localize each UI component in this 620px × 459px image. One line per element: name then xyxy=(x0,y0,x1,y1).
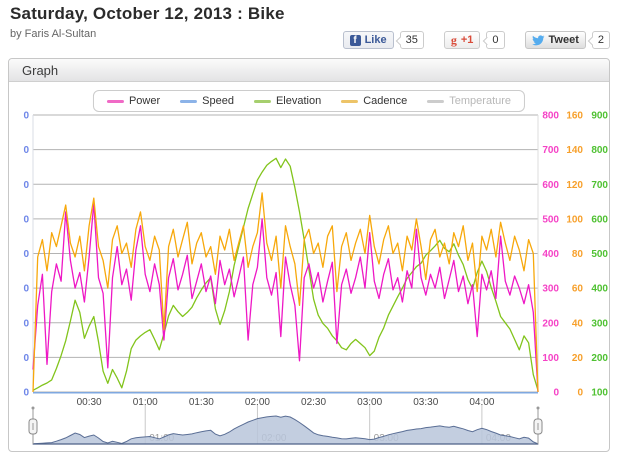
facebook-like-label: Like xyxy=(365,34,387,46)
svg-text:80: 80 xyxy=(572,249,584,260)
svg-text:300: 300 xyxy=(591,318,608,329)
svg-text:0: 0 xyxy=(23,388,29,399)
svg-text:0: 0 xyxy=(23,214,29,225)
workout-page: Saturday, October 12, 2013 : Bike by Far… xyxy=(0,0,620,459)
svg-text:03:30: 03:30 xyxy=(413,397,438,408)
svg-text:800: 800 xyxy=(542,111,559,122)
svg-text:600: 600 xyxy=(591,214,608,225)
facebook-like-count: 35 xyxy=(400,31,424,49)
facebook-like-group: f Like 35 xyxy=(343,31,424,49)
svg-text:0: 0 xyxy=(23,284,29,295)
legend-item-cadence[interactable]: Cadence xyxy=(341,95,407,107)
legend-item-speed[interactable]: Speed xyxy=(180,95,234,107)
tweet-group: Tweet 2 xyxy=(525,31,610,49)
tweet-label: Tweet xyxy=(549,34,579,46)
svg-text:0: 0 xyxy=(23,145,29,156)
svg-text:120: 120 xyxy=(566,180,583,191)
svg-text:300: 300 xyxy=(542,284,559,295)
navigator-elevation-profile[interactable] xyxy=(33,416,538,444)
facebook-like-button[interactable]: f Like xyxy=(343,31,394,49)
svg-text:160: 160 xyxy=(566,111,583,122)
tweet-button[interactable]: Tweet xyxy=(525,31,586,49)
workout-chart[interactable]: 0800160900070014080006001207000500100600… xyxy=(9,82,611,451)
legend-item-elevation[interactable]: Elevation xyxy=(254,95,321,107)
svg-text:600: 600 xyxy=(542,180,559,191)
svg-text:900: 900 xyxy=(591,111,608,122)
svg-text:0: 0 xyxy=(23,318,29,329)
page-title: Saturday, October 12, 2013 : Bike xyxy=(10,4,285,24)
author-byline: by Faris Al-Sultan xyxy=(10,28,96,40)
svg-text:0: 0 xyxy=(23,111,29,122)
svg-text:400: 400 xyxy=(542,249,559,260)
svg-text:800: 800 xyxy=(591,145,608,156)
legend-label: Elevation xyxy=(276,95,321,107)
legend-swatch-elevation xyxy=(254,100,271,103)
svg-text:700: 700 xyxy=(542,145,559,156)
social-buttons: f Like 35 g +1 0 Tweet 2 xyxy=(343,31,610,49)
svg-text:140: 140 xyxy=(566,145,583,156)
legend-item-temperature[interactable]: Temperature xyxy=(427,95,511,107)
graph-panel-header: Graph xyxy=(9,59,609,82)
svg-text:100: 100 xyxy=(566,214,583,225)
svg-text:60: 60 xyxy=(572,284,584,295)
svg-text:01:30: 01:30 xyxy=(189,397,214,408)
legend-swatch-cadence xyxy=(341,100,358,103)
svg-text:200: 200 xyxy=(591,353,608,364)
svg-text:700: 700 xyxy=(591,180,608,191)
graph-panel: Graph Power Speed Elevation Cadence Temperat… xyxy=(8,58,610,452)
chart-legend: Power Speed Elevation Cadence Temperature xyxy=(93,90,525,112)
svg-text:500: 500 xyxy=(542,214,559,225)
navigator-handle-left[interactable] xyxy=(29,407,37,445)
legend-swatch-temperature xyxy=(427,100,444,103)
svg-text:500: 500 xyxy=(591,249,608,260)
legend-item-power[interactable]: Power xyxy=(107,95,160,107)
svg-text:0: 0 xyxy=(577,388,583,399)
legend-label: Power xyxy=(129,95,160,107)
legend-label: Speed xyxy=(202,95,234,107)
svg-text:40: 40 xyxy=(572,318,584,329)
plusone-button[interactable]: g +1 xyxy=(444,31,481,49)
legend-label: Temperature xyxy=(449,95,511,107)
plusone-group: g +1 0 xyxy=(444,31,505,49)
navigator-handle-right[interactable] xyxy=(534,407,542,445)
twitter-bird-icon xyxy=(532,35,545,46)
googleplus-icon: g xyxy=(451,33,457,48)
svg-text:0: 0 xyxy=(23,249,29,260)
svg-text:200: 200 xyxy=(542,318,559,329)
graph-panel-body: PowerSpeedElevationCadenceTemperature 08… xyxy=(9,82,609,451)
plusone-count: 0 xyxy=(486,31,504,49)
svg-text:20: 20 xyxy=(572,353,584,364)
plusone-label: +1 xyxy=(461,34,474,46)
facebook-icon: f xyxy=(350,35,361,46)
svg-text:0: 0 xyxy=(553,388,559,399)
cadence-line xyxy=(33,193,538,392)
tweet-count: 2 xyxy=(592,31,610,49)
legend-label: Cadence xyxy=(363,95,407,107)
svg-text:00:30: 00:30 xyxy=(77,397,102,408)
svg-text:02:30: 02:30 xyxy=(301,397,326,408)
legend-swatch-power xyxy=(107,100,124,103)
svg-text:0: 0 xyxy=(23,353,29,364)
svg-text:100: 100 xyxy=(591,388,608,399)
legend-swatch-speed xyxy=(180,100,197,103)
svg-text:400: 400 xyxy=(591,284,608,295)
svg-text:100: 100 xyxy=(542,353,559,364)
svg-text:0: 0 xyxy=(23,180,29,191)
